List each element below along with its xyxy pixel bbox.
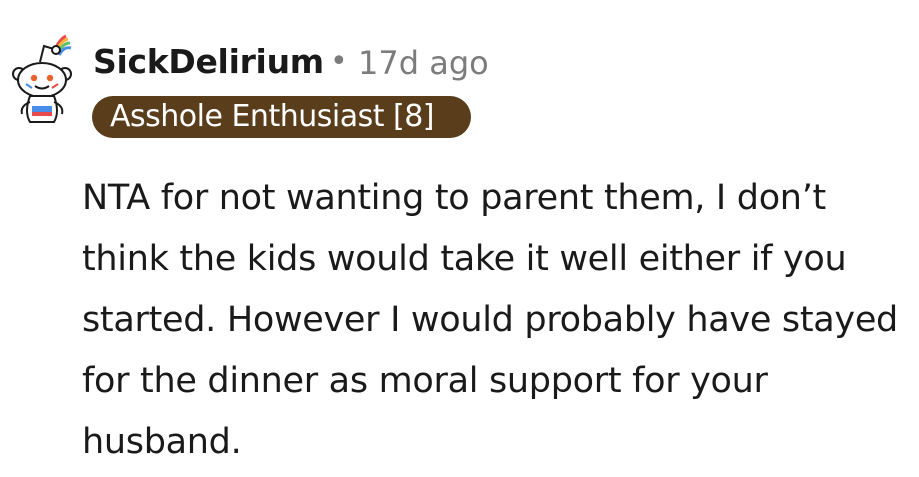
comment-timestamp[interactable]: 17d ago [358,44,489,82]
user-avatar-icon[interactable] [10,34,74,126]
username-link[interactable]: SickDelirium [93,42,324,81]
comment-body: NTA for not wanting to parent them, I do… [82,178,898,462]
meta-separator: • [330,44,348,79]
user-flair-badge: Asshole Enthusiast [8] [92,96,471,138]
comment: SickDelirium • 17d ago Asshole Enthusias… [0,0,919,477]
